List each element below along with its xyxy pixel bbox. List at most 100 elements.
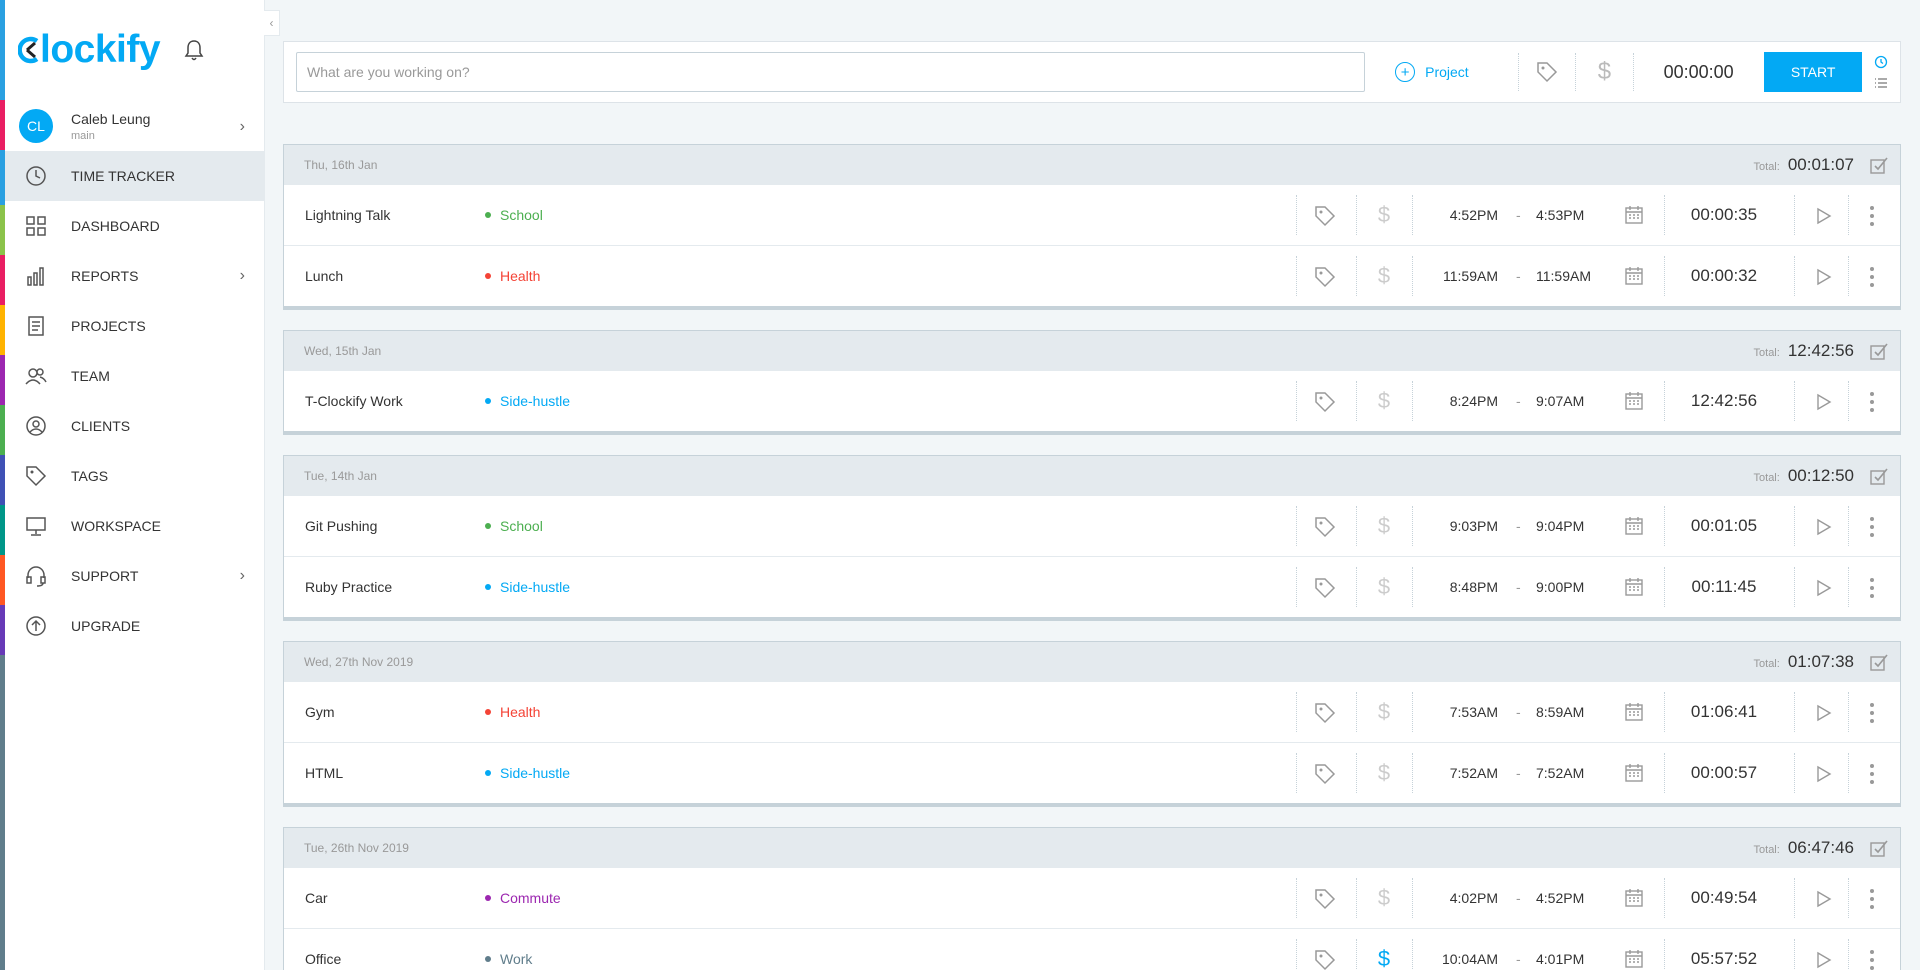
tag-icon[interactable]: [1314, 516, 1336, 538]
entry-project[interactable]: Side-hustle: [485, 579, 570, 595]
entry-project[interactable]: Side-hustle: [485, 765, 570, 781]
play-icon[interactable]: [1816, 951, 1832, 969]
entry-start-time[interactable]: 9:03PM: [1418, 518, 1498, 534]
more-options-icon[interactable]: [1868, 204, 1876, 228]
entry-end-time[interactable]: 11:59AM: [1536, 268, 1616, 284]
entry-description[interactable]: Lunch: [305, 268, 343, 284]
play-icon[interactable]: [1816, 765, 1832, 783]
entry-end-time[interactable]: 4:01PM: [1536, 951, 1616, 967]
tag-icon[interactable]: [1314, 888, 1336, 910]
entry-description[interactable]: Gym: [305, 704, 335, 720]
user-menu[interactable]: CL Caleb Leung main ›: [5, 102, 265, 150]
entry-project[interactable]: School: [485, 518, 543, 534]
timer-mode-clock-icon[interactable]: [1874, 55, 1888, 69]
play-icon[interactable]: [1816, 704, 1832, 722]
bell-icon[interactable]: [183, 38, 205, 62]
sidebar-item-reports[interactable]: Reports ›: [5, 251, 265, 301]
sidebar-item-team[interactable]: Team: [5, 351, 265, 401]
entry-start-time[interactable]: 7:53AM: [1418, 704, 1498, 720]
tag-icon[interactable]: [1314, 577, 1336, 599]
sidebar-item-dashboard[interactable]: Dashboard: [5, 201, 265, 251]
calendar-icon[interactable]: [1624, 702, 1644, 722]
dollar-icon[interactable]: $: [1374, 575, 1394, 599]
entry-start-time[interactable]: 7:52AM: [1418, 765, 1498, 781]
entry-project[interactable]: Health: [485, 268, 540, 284]
start-button[interactable]: Start: [1763, 52, 1863, 92]
play-icon[interactable]: [1816, 579, 1832, 597]
more-options-icon[interactable]: [1868, 515, 1876, 539]
entry-project[interactable]: Work: [485, 951, 532, 967]
entry-end-time[interactable]: 9:07AM: [1536, 393, 1616, 409]
dollar-icon[interactable]: $: [1374, 700, 1394, 724]
calendar-icon[interactable]: [1624, 888, 1644, 908]
calendar-icon[interactable]: [1624, 516, 1644, 536]
more-options-icon[interactable]: [1868, 762, 1876, 786]
entry-project[interactable]: Side-hustle: [485, 393, 570, 409]
entry-end-time[interactable]: 9:00PM: [1536, 579, 1616, 595]
sidebar-item-workspace[interactable]: Workspace: [5, 501, 265, 551]
entry-end-time[interactable]: 8:59AM: [1536, 704, 1616, 720]
entry-duration[interactable]: 01:06:41: [1664, 702, 1784, 722]
entry-project[interactable]: School: [485, 207, 543, 223]
more-options-icon[interactable]: [1868, 948, 1876, 970]
project-picker-button[interactable]: + Project: [1395, 62, 1469, 82]
play-icon[interactable]: [1816, 268, 1832, 286]
play-icon[interactable]: [1816, 207, 1832, 225]
calendar-icon[interactable]: [1624, 577, 1644, 597]
entry-end-time[interactable]: 9:04PM: [1536, 518, 1616, 534]
bulk-edit-icon[interactable]: [1870, 653, 1888, 671]
entry-start-time[interactable]: 11:59AM: [1418, 268, 1498, 284]
entry-project[interactable]: Commute: [485, 890, 561, 906]
tag-icon[interactable]: [1314, 763, 1336, 785]
manual-mode-list-icon[interactable]: [1874, 77, 1888, 89]
entry-end-time[interactable]: 7:52AM: [1536, 765, 1616, 781]
more-options-icon[interactable]: [1868, 701, 1876, 725]
entry-duration[interactable]: 05:57:52: [1664, 949, 1784, 969]
tag-icon[interactable]: [1314, 205, 1336, 227]
entry-duration[interactable]: 00:00:32: [1664, 266, 1784, 286]
play-icon[interactable]: [1816, 518, 1832, 536]
dollar-icon[interactable]: $: [1374, 203, 1394, 227]
description-input[interactable]: [296, 52, 1366, 92]
billable-toggle[interactable]: $: [1576, 58, 1632, 86]
entry-start-time[interactable]: 8:24PM: [1418, 393, 1498, 409]
more-options-icon[interactable]: [1868, 390, 1876, 414]
dollar-icon[interactable]: $: [1374, 389, 1394, 413]
entry-description[interactable]: Car: [305, 890, 328, 906]
sidebar-item-time-tracker[interactable]: Time tracker: [5, 151, 265, 201]
tag-icon[interactable]: [1314, 391, 1336, 413]
sidebar-item-projects[interactable]: Projects: [5, 301, 265, 351]
bulk-edit-icon[interactable]: [1870, 839, 1888, 857]
entry-project[interactable]: Health: [485, 704, 540, 720]
tag-picker-button[interactable]: [1519, 61, 1575, 83]
tag-icon[interactable]: [1314, 702, 1336, 724]
more-options-icon[interactable]: [1868, 576, 1876, 600]
calendar-icon[interactable]: [1624, 205, 1644, 225]
sidebar-item-upgrade[interactable]: Upgrade: [5, 601, 265, 651]
entry-description[interactable]: Lightning Talk: [305, 207, 390, 223]
calendar-icon[interactable]: [1624, 949, 1644, 969]
entry-start-time[interactable]: 4:52PM: [1418, 207, 1498, 223]
entry-duration[interactable]: 12:42:56: [1664, 391, 1784, 411]
tag-icon[interactable]: [1314, 949, 1336, 970]
bulk-edit-icon[interactable]: [1870, 467, 1888, 485]
entry-duration[interactable]: 00:01:05: [1664, 516, 1784, 536]
entry-description[interactable]: Ruby Practice: [305, 579, 392, 595]
entry-start-time[interactable]: 8:48PM: [1418, 579, 1498, 595]
play-icon[interactable]: [1816, 393, 1832, 411]
entry-start-time[interactable]: 10:04AM: [1418, 951, 1498, 967]
tag-icon[interactable]: [1314, 266, 1336, 288]
entry-start-time[interactable]: 4:02PM: [1418, 890, 1498, 906]
calendar-icon[interactable]: [1624, 266, 1644, 286]
clockify-logo[interactable]: lockify: [18, 28, 161, 72]
entry-end-time[interactable]: 4:53PM: [1536, 207, 1616, 223]
entry-duration[interactable]: 00:49:54: [1664, 888, 1784, 908]
dollar-icon[interactable]: $: [1374, 761, 1394, 785]
calendar-icon[interactable]: [1624, 391, 1644, 411]
entry-duration[interactable]: 00:11:45: [1664, 577, 1784, 597]
dollar-icon[interactable]: $: [1374, 947, 1394, 970]
calendar-icon[interactable]: [1624, 763, 1644, 783]
dollar-icon[interactable]: $: [1374, 264, 1394, 288]
entry-end-time[interactable]: 4:52PM: [1536, 890, 1616, 906]
entry-description[interactable]: T-Clockify Work: [305, 393, 403, 409]
